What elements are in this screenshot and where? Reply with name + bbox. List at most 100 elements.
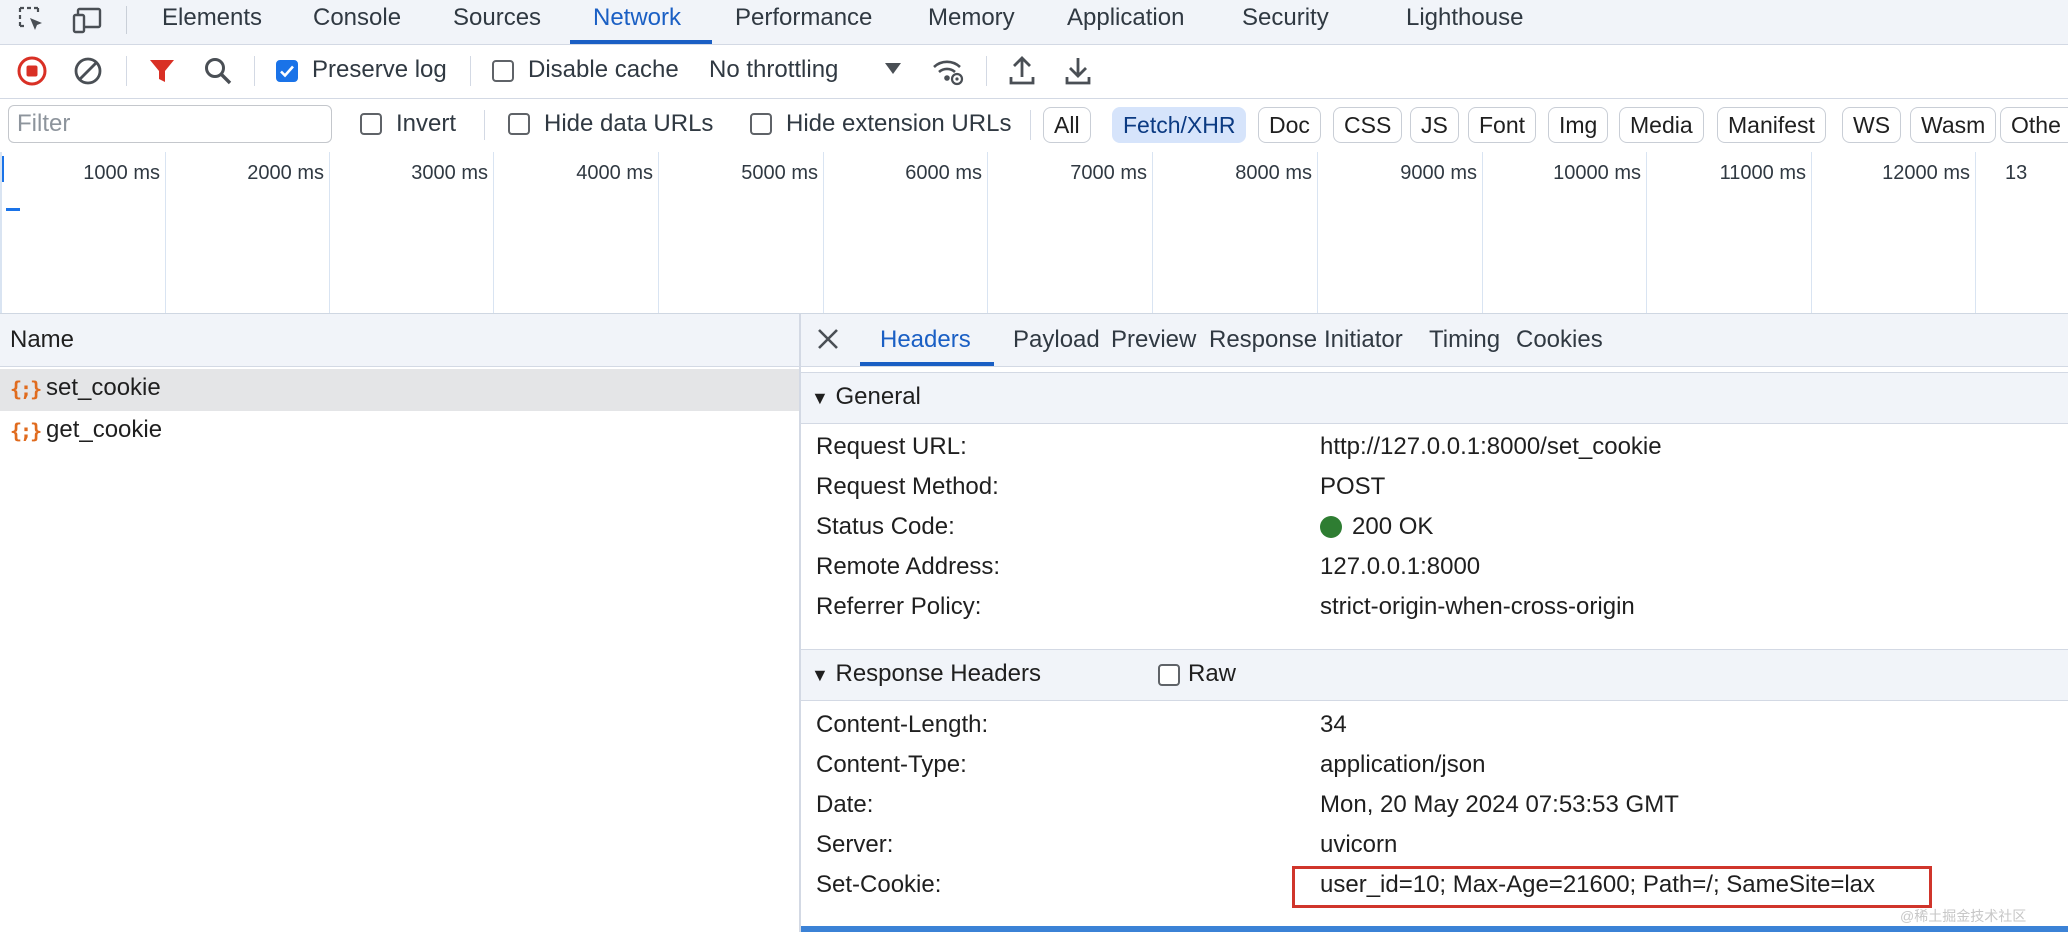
header-value: 127.0.0.1:8000	[1320, 553, 1481, 580]
header-value: strict-origin-when-cross-origin	[1320, 593, 1635, 620]
preserve-log-checkbox[interactable]	[276, 60, 298, 82]
xhr-icon: {;}	[10, 377, 42, 401]
search-icon[interactable]	[198, 51, 238, 91]
set-cookie-highlight-box	[1292, 866, 1932, 908]
header-key: Content-Length:	[816, 711, 989, 738]
tab-elements[interactable]: Elements	[140, 0, 284, 36]
hide-data-urls-label[interactable]: Hide data URLs	[544, 110, 713, 138]
request-name: set_cookie	[46, 374, 161, 401]
timeline-tick-label: 12000 ms	[1882, 162, 1970, 184]
request-row-get-cookie[interactable]: {;} get_cookie	[0, 411, 799, 453]
tab-sources[interactable]: Sources	[431, 0, 563, 36]
header-value: uvicorn	[1320, 831, 1398, 858]
header-key: Request URL:	[816, 433, 967, 460]
request-detail-tabs: Headers Payload Preview Response Initiat…	[801, 314, 2068, 367]
type-filter-other[interactable]: Othe	[2000, 107, 2068, 143]
type-filter-fetch-xhr[interactable]: Fetch/XHR	[1112, 107, 1247, 143]
type-filter-css[interactable]: CSS	[1333, 107, 1403, 143]
type-filter-all[interactable]: All	[1043, 107, 1091, 143]
tab-lighthouse[interactable]: Lighthouse	[1384, 0, 1545, 36]
header-value: application/json	[1320, 751, 1486, 778]
timeline-tick-label: 10000 ms	[1553, 162, 1641, 184]
name-column-header[interactable]: Name	[0, 314, 799, 367]
timeline-gridline	[658, 152, 659, 313]
throttling-select[interactable]: No throttling	[709, 56, 838, 84]
tab-security[interactable]: Security	[1220, 0, 1351, 36]
active-detail-tab-indicator	[860, 362, 994, 366]
timeline-gridline	[1811, 152, 1812, 313]
toolbar-separator	[126, 6, 127, 34]
network-conditions-icon[interactable]	[928, 51, 968, 91]
panel-bottom-edge	[801, 926, 2068, 932]
timeline-gridline	[987, 152, 988, 313]
raw-label[interactable]: Raw	[1188, 660, 1236, 688]
timeline-gridline	[493, 152, 494, 313]
timeline-request-bar	[6, 208, 20, 211]
timeline-left-edge	[0, 152, 2, 313]
toolbar-separator	[484, 110, 485, 140]
tab-memory[interactable]: Memory	[906, 0, 1037, 36]
record-stop-icon[interactable]	[12, 51, 52, 91]
status-ok-dot-icon	[1320, 516, 1342, 538]
type-filter-font[interactable]: Font	[1468, 107, 1537, 143]
type-filter-img[interactable]: Img	[1548, 107, 1609, 143]
timeline-gridline	[329, 152, 330, 313]
timeline-gridline	[1975, 152, 1976, 313]
header-key: Server:	[816, 831, 894, 858]
response-headers-section-title: ▼ Response Headers	[811, 660, 1041, 688]
hide-extension-urls-checkbox[interactable]	[750, 113, 772, 135]
tab-cookies[interactable]: Cookies	[1496, 314, 1623, 366]
header-key: Referrer Policy:	[816, 593, 982, 620]
disable-cache-checkbox[interactable]	[492, 60, 514, 82]
general-section-header[interactable]: ▼ General	[801, 372, 2068, 424]
header-key: Content-Type:	[816, 751, 967, 778]
tab-console[interactable]: Console	[291, 0, 423, 36]
header-key: Remote Address:	[816, 553, 1001, 580]
tab-headers[interactable]: Headers	[860, 314, 991, 366]
filter-bar: Invert Hide data URLs Hide extension URL…	[0, 99, 2068, 153]
hide-data-urls-checkbox[interactable]	[508, 113, 530, 135]
type-filter-doc[interactable]: Doc	[1258, 107, 1321, 143]
import-har-icon[interactable]	[1002, 51, 1042, 91]
element-picker-icon[interactable]	[12, 2, 52, 38]
timeline-gridline	[165, 152, 166, 313]
raw-checkbox[interactable]	[1158, 664, 1180, 686]
disable-cache-label[interactable]: Disable cache	[528, 56, 679, 84]
type-filter-wasm[interactable]: Wasm	[1910, 107, 1997, 143]
network-overview-timeline[interactable]: 1000 ms 2000 ms 3000 ms 4000 ms 5000 ms …	[0, 152, 2068, 314]
tab-initiator[interactable]: Initiator	[1304, 314, 1423, 366]
tab-network[interactable]: Network	[571, 0, 703, 36]
request-row-set-cookie[interactable]: {;} set_cookie	[0, 369, 799, 411]
tab-performance[interactable]: Performance	[713, 0, 894, 36]
tab-application[interactable]: Application	[1045, 0, 1206, 36]
invert-checkbox[interactable]	[360, 113, 382, 135]
dropdown-arrow-icon[interactable]	[884, 62, 902, 81]
type-filter-manifest[interactable]: Manifest	[1717, 107, 1826, 143]
response-headers-section-header[interactable]: ▼ Response Headers Raw	[801, 649, 2068, 701]
header-value: Mon, 20 May 2024 07:53:53 GMT	[1320, 791, 1679, 818]
timeline-tick-label: 9000 ms	[1400, 162, 1477, 184]
toolbar-separator	[1030, 110, 1031, 140]
timeline-tick-label: 1000 ms	[83, 162, 160, 184]
export-har-icon[interactable]	[1058, 51, 1098, 91]
clear-icon[interactable]	[68, 51, 108, 91]
timeline-gridline	[1482, 152, 1483, 313]
watermark-text: @稀土掘金技术社区	[1900, 908, 2027, 924]
timeline-gridline	[823, 152, 824, 313]
response-headers-title-text: Response Headers	[835, 660, 1041, 687]
hide-extension-urls-label[interactable]: Hide extension URLs	[786, 110, 1011, 138]
invert-label[interactable]: Invert	[396, 110, 456, 138]
close-icon[interactable]	[815, 326, 841, 357]
timeline-tick-label: 5000 ms	[741, 162, 818, 184]
device-toolbar-icon[interactable]	[68, 2, 108, 38]
preserve-log-label[interactable]: Preserve log	[312, 56, 447, 84]
type-filter-ws[interactable]: WS	[1842, 107, 1902, 143]
type-filter-media[interactable]: Media	[1619, 107, 1704, 143]
filter-funnel-icon[interactable]	[142, 51, 182, 91]
filter-input[interactable]	[8, 105, 332, 143]
timeline-tick-label: 4000 ms	[576, 162, 653, 184]
toolbar-separator	[126, 56, 127, 86]
disclosure-triangle-icon: ▼	[811, 388, 829, 408]
type-filter-js[interactable]: JS	[1410, 107, 1459, 143]
header-value: 200 OK	[1352, 513, 1434, 540]
